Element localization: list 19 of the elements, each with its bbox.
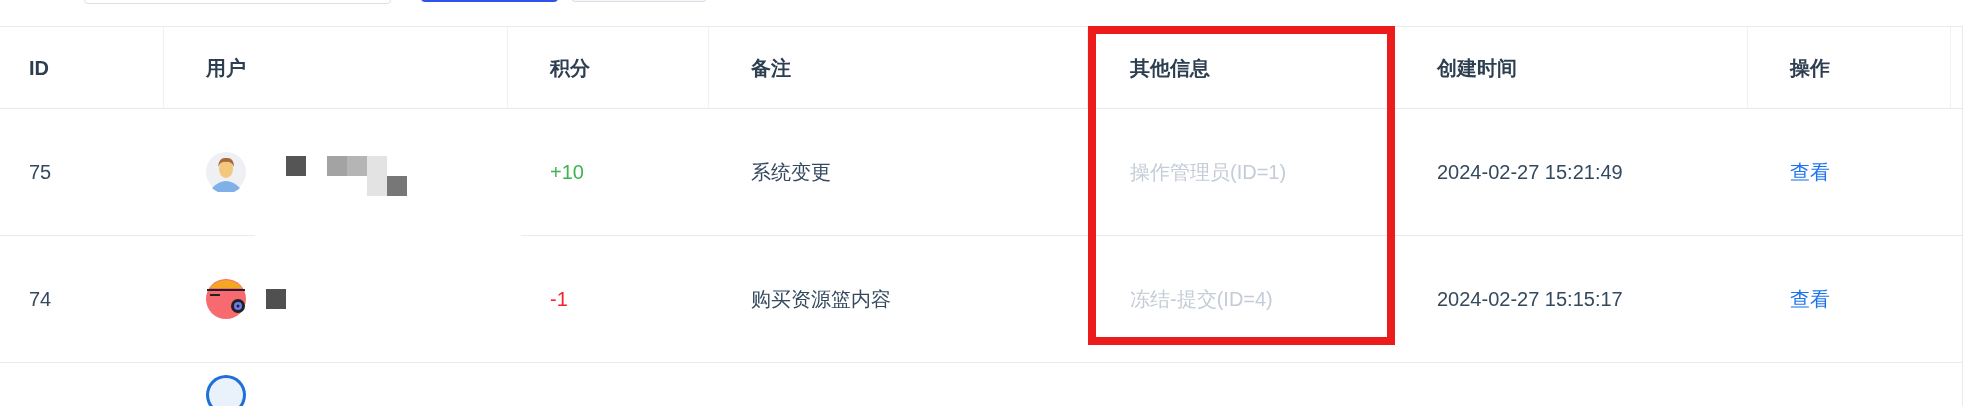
other-info-text: 操作管理员(ID=1)	[1130, 160, 1287, 185]
created-time-text: 2024-02-27 15:15:17	[1437, 287, 1623, 312]
column-header: ID	[29, 55, 49, 81]
column-header: 其他信息	[1130, 55, 1210, 81]
column-header: 备注	[751, 55, 791, 81]
points-text: +10	[550, 160, 584, 185]
view-link[interactable]: 查看	[1790, 157, 1830, 187]
note-text: 系统变更	[751, 160, 831, 185]
column-header: 操作	[1790, 55, 1830, 81]
id-text: 75	[29, 160, 52, 185]
column-header: 用户	[206, 55, 246, 81]
other-info-text: 冻结-提交(ID=4)	[1130, 287, 1273, 312]
created-time-text: 2024-02-27 15:21:49	[1437, 160, 1623, 185]
view-link[interactable]: 查看	[1790, 284, 1830, 314]
column-header: 积分	[550, 55, 590, 81]
points-text: -1	[550, 287, 568, 312]
note-text: 购买资源篮内容	[751, 287, 891, 312]
column-header: 创建时间	[1437, 55, 1517, 81]
id-text: 74	[29, 287, 52, 312]
